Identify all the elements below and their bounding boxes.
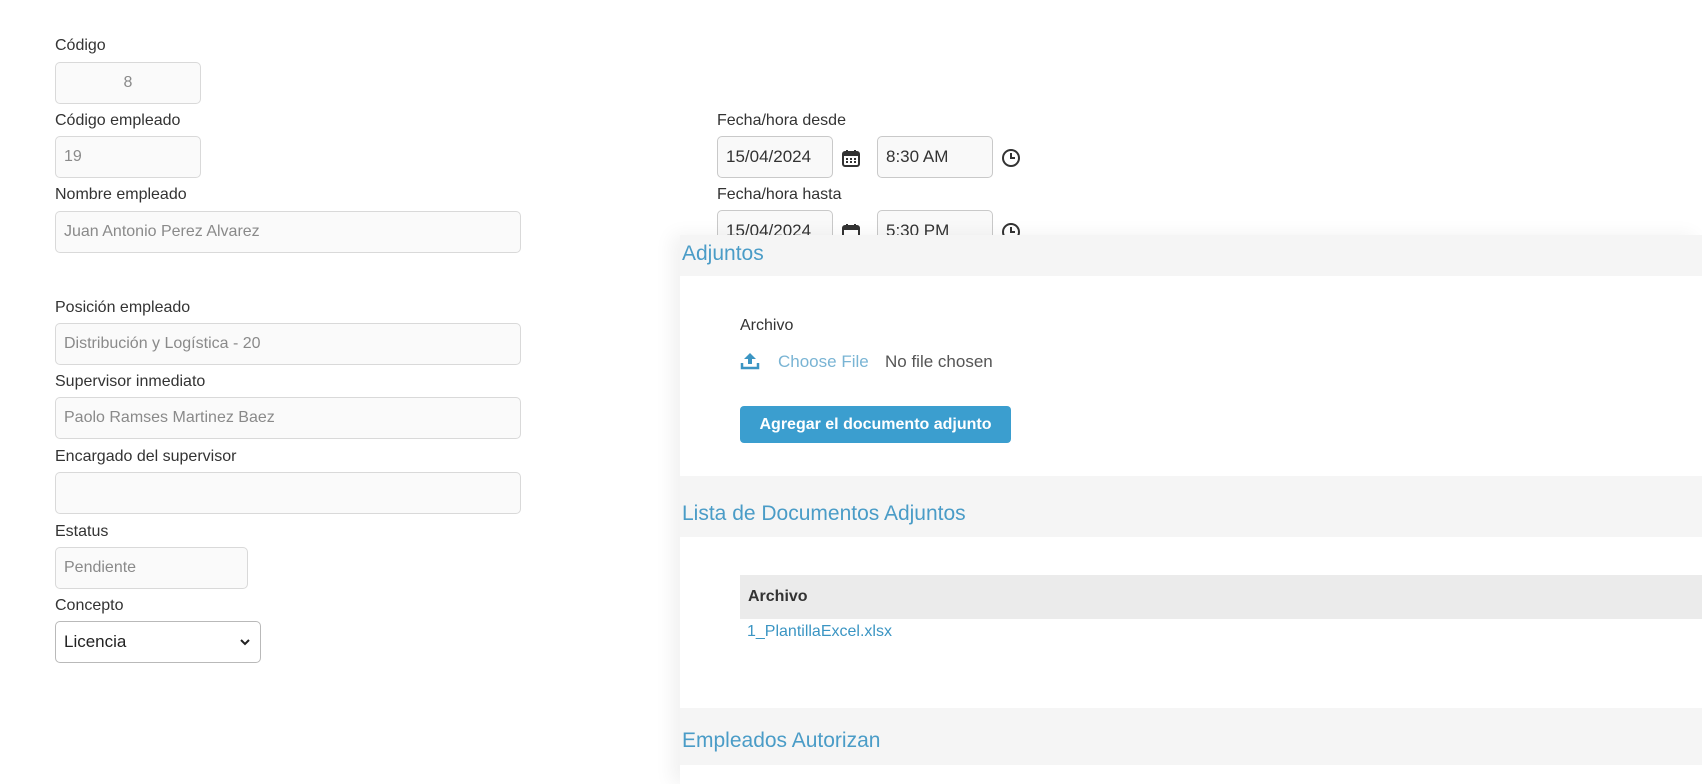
no-file-chosen-text: No file chosen — [885, 352, 993, 371]
adjuntos-title: Adjuntos — [682, 242, 764, 265]
nombre-empleado-label: Nombre empleado — [55, 186, 187, 203]
codigo-field[interactable]: 8 — [55, 62, 201, 104]
attachments-panel: Adjuntos Archivo Choose File No file cho… — [680, 235, 1702, 784]
concepto-select[interactable]: Licencia — [55, 621, 261, 663]
fecha-hasta-label: Fecha/hora hasta — [717, 186, 842, 203]
choose-file-button[interactable]: Choose File — [778, 352, 869, 372]
posicion-empleado-field[interactable]: Distribución y Logística - 20 — [55, 323, 521, 365]
empleados-autorizan-card — [680, 765, 1702, 784]
lista-documentos-title: Lista de Documentos Adjuntos — [682, 502, 966, 525]
table-row-file-link[interactable]: 1_PlantillaExcel.xlsx — [747, 623, 892, 641]
empleados-autorizan-title: Empleados Autorizan — [682, 729, 881, 752]
archivo-label: Archivo — [740, 317, 794, 334]
calendar-icon[interactable] — [840, 147, 862, 169]
supervisor-inmediato-field[interactable]: Paolo Ramses Martinez Baez — [55, 397, 521, 439]
fecha-desde-date-input[interactable]: 15/04/2024 — [717, 136, 833, 178]
adjuntos-card: Archivo Choose File No file chosen Agreg… — [680, 276, 1702, 476]
concepto-label: Concepto — [55, 597, 124, 614]
codigo-empleado-label: Código empleado — [55, 112, 181, 129]
lista-documentos-card: Archivo 1_PlantillaExcel.xlsx — [680, 537, 1702, 708]
clock-icon[interactable] — [1000, 147, 1022, 169]
estatus-label: Estatus — [55, 523, 109, 540]
nombre-empleado-field[interactable]: Juan Antonio Perez Alvarez — [55, 211, 521, 253]
table-header-archivo: Archivo — [740, 575, 1702, 619]
codigo-label: Código — [55, 37, 106, 54]
encargado-supervisor-field[interactable] — [55, 472, 521, 514]
fecha-desde-label: Fecha/hora desde — [717, 112, 846, 129]
chevron-down-icon — [238, 635, 252, 649]
posicion-empleado-label: Posición empleado — [55, 299, 191, 316]
upload-icon[interactable] — [739, 350, 761, 372]
encargado-supervisor-label: Encargado del supervisor — [55, 448, 237, 465]
concepto-selected-value: Licencia — [64, 632, 127, 651]
supervisor-inmediato-label: Supervisor inmediato — [55, 373, 206, 390]
fecha-desde-time-input[interactable]: 8:30 AM — [877, 136, 993, 178]
agregar-documento-button[interactable]: Agregar el documento adjunto — [740, 406, 1011, 443]
estatus-field[interactable]: Pendiente — [55, 547, 248, 589]
codigo-empleado-field[interactable]: 19 — [55, 136, 201, 178]
